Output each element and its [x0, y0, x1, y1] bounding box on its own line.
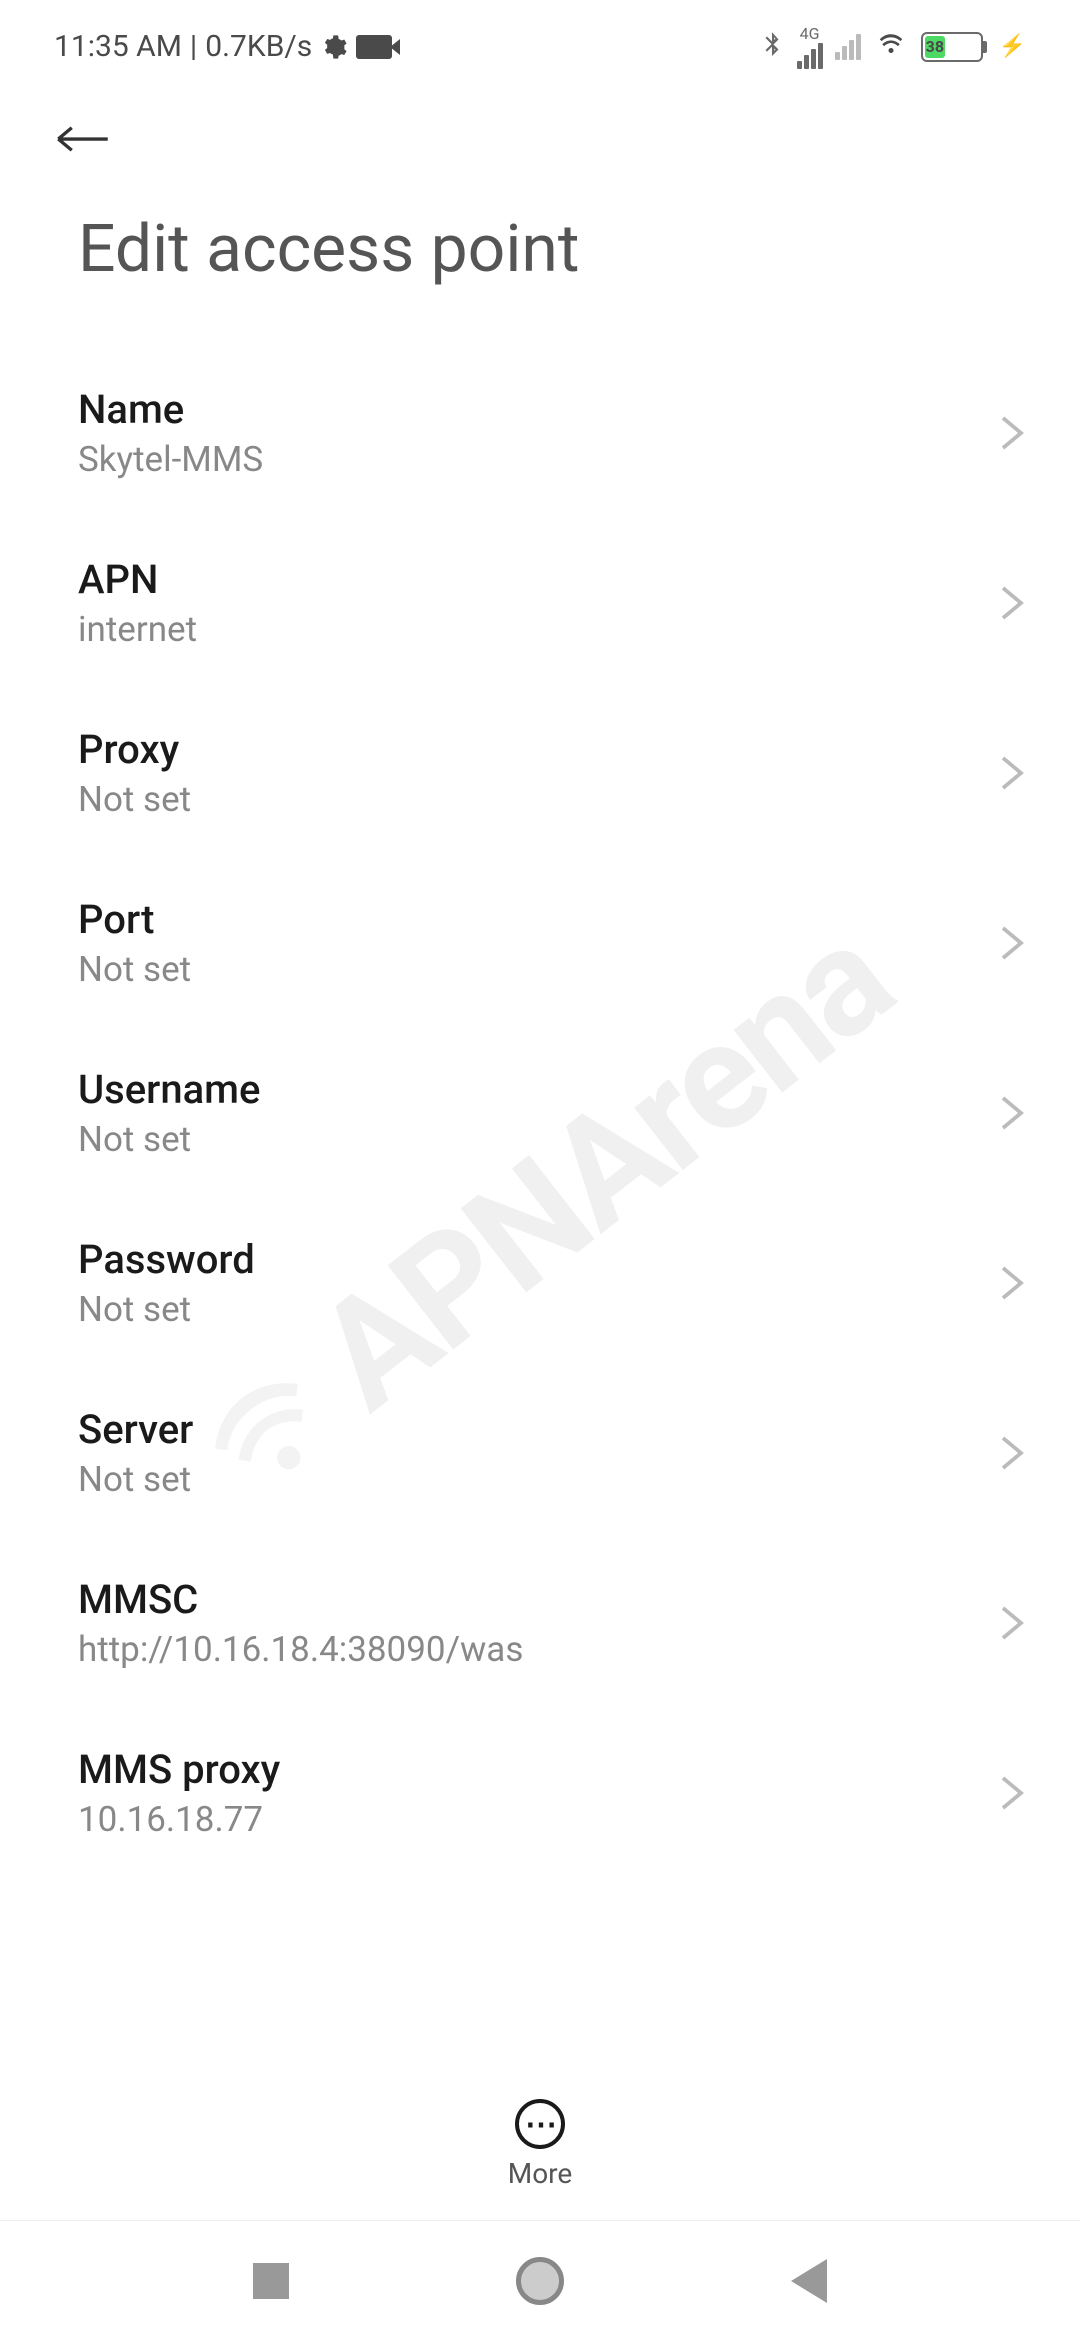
setting-password[interactable]: Password Not set [0, 1198, 1080, 1368]
setting-username[interactable]: Username Not set [0, 1028, 1080, 1198]
chevron-right-icon [1000, 925, 1024, 961]
chevron-right-icon [1000, 585, 1024, 621]
setting-port[interactable]: Port Not set [0, 858, 1080, 1028]
battery-percent: 38 [926, 37, 944, 56]
nav-recents[interactable] [253, 2263, 289, 2299]
status-bar: 11:35 AM | 0.7KB/s 4G 38 ⚡ [0, 0, 1080, 81]
nav-back[interactable] [791, 2259, 827, 2303]
setting-label: MMS proxy [78, 1746, 280, 1793]
setting-value: Not set [78, 1289, 255, 1330]
setting-label: Server [78, 1406, 193, 1453]
setting-value: Not set [78, 949, 191, 990]
chevron-right-icon [1000, 1095, 1024, 1131]
more-label: More [508, 2157, 573, 2190]
back-button[interactable] [0, 81, 1080, 181]
setting-label: APN [78, 556, 197, 603]
setting-value: Not set [78, 1119, 260, 1160]
status-data-rate: 0.7KB/s [205, 29, 312, 64]
page-title: Edit access point [0, 181, 1080, 348]
setting-label: Username [78, 1066, 260, 1113]
setting-label: Proxy [78, 726, 191, 773]
setting-value: 10.16.18.77 [78, 1799, 280, 1840]
camera-icon [356, 35, 392, 59]
setting-value: http://10.16.18.4:38090/was [78, 1629, 523, 1670]
nav-home[interactable] [516, 2257, 564, 2305]
wifi-icon [873, 28, 909, 66]
setting-label: Name [78, 386, 263, 433]
chevron-right-icon [1000, 1265, 1024, 1301]
setting-proxy[interactable]: Proxy Not set [0, 688, 1080, 858]
charging-icon: ⚡ [999, 34, 1026, 59]
battery-icon: 38 [921, 32, 983, 62]
setting-value: Not set [78, 779, 191, 820]
setting-label: Port [78, 896, 191, 943]
bluetooth-icon [759, 27, 785, 67]
chevron-right-icon [1000, 755, 1024, 791]
setting-mms-proxy[interactable]: MMS proxy 10.16.18.77 [0, 1708, 1080, 1878]
setting-server[interactable]: Server Not set [0, 1368, 1080, 1538]
setting-label: Password [78, 1236, 255, 1283]
setting-value: Not set [78, 1459, 193, 1500]
setting-name[interactable]: Name Skytel-MMS [0, 348, 1080, 518]
setting-value: Skytel-MMS [78, 439, 263, 480]
network-type: 4G [800, 24, 820, 43]
setting-value: internet [78, 609, 197, 650]
chevron-right-icon [1000, 1435, 1024, 1471]
chevron-right-icon [1000, 1605, 1024, 1641]
setting-label: MMSC [78, 1576, 523, 1623]
chevron-right-icon [1000, 1775, 1024, 1811]
bottom-action-bar: ⋯ More [0, 2079, 1080, 2210]
signal-icon-1 [797, 43, 823, 69]
gear-icon [320, 33, 348, 61]
setting-apn[interactable]: APN internet [0, 518, 1080, 688]
navigation-bar [0, 2220, 1080, 2340]
status-time: 11:35 AM [54, 29, 182, 64]
signal-icon-2 [835, 34, 861, 60]
more-button[interactable]: ⋯ More [508, 2099, 573, 2190]
back-arrow-icon [56, 121, 110, 157]
chevron-right-icon [1000, 415, 1024, 451]
setting-mmsc[interactable]: MMSC http://10.16.18.4:38090/was [0, 1538, 1080, 1708]
more-icon: ⋯ [515, 2099, 565, 2149]
settings-list: Name Skytel-MMS APN internet Proxy Not s… [0, 348, 1080, 1878]
